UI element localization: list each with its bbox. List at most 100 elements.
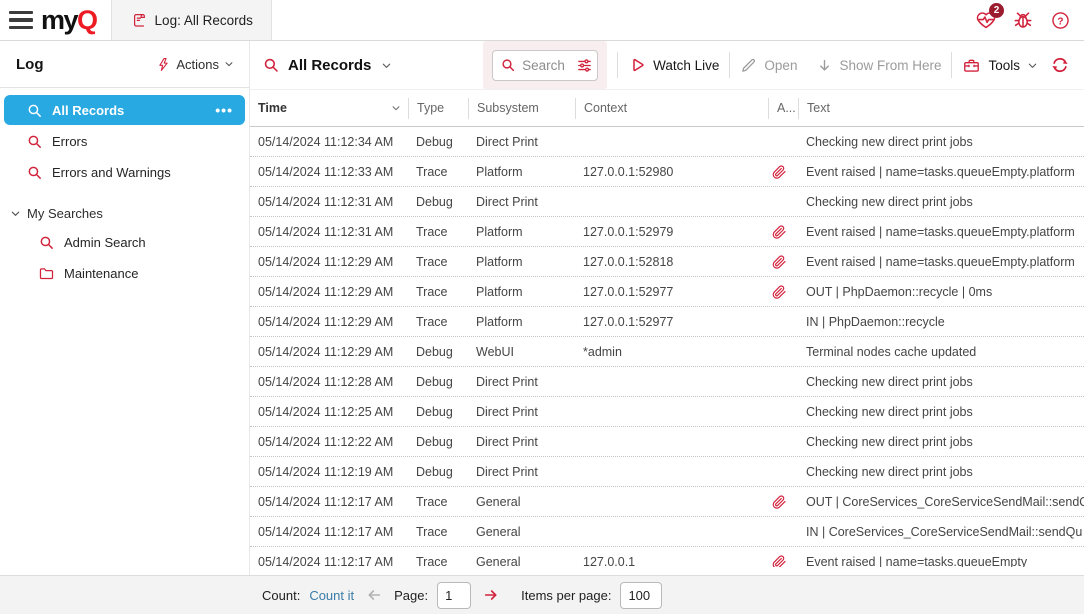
cell-time: 05/14/2024 11:12:22 AM — [250, 435, 408, 449]
cell-subsystem: Direct Print — [468, 405, 575, 419]
cell-subsystem: Direct Print — [468, 435, 575, 449]
debug-bug-icon[interactable] — [1012, 9, 1034, 31]
tools-button[interactable]: Tools — [962, 56, 1038, 75]
cell-time: 05/14/2024 11:12:17 AM — [250, 525, 408, 539]
attachment-paperclip-icon — [768, 254, 798, 270]
cell-subsystem: Platform — [468, 315, 575, 329]
myq-logo[interactable]: myQ — [41, 7, 111, 34]
log-row[interactable]: 05/14/2024 11:12:17 AM Trace General OUT… — [250, 487, 1084, 517]
prev-page-icon[interactable] — [366, 587, 382, 603]
log-row[interactable]: 05/14/2024 11:12:34 AM Debug Direct Prin… — [250, 127, 1084, 157]
top-bar: myQ Log: All Records 2 — [0, 0, 1084, 41]
pagination-bar: Count: Count it Page: Items per page: — [0, 575, 1084, 614]
cell-type: Debug — [408, 135, 468, 149]
refresh-icon[interactable] — [1050, 55, 1070, 75]
actions-button[interactable]: Actions — [156, 57, 234, 72]
attachment-paperclip-icon — [768, 164, 798, 180]
cell-type: Debug — [408, 375, 468, 389]
cell-time: 05/14/2024 11:12:33 AM — [250, 165, 408, 179]
sidebar-item-maintenance[interactable]: Maintenance — [4, 258, 245, 288]
next-page-icon[interactable] — [483, 587, 499, 603]
log-row[interactable]: 05/14/2024 11:12:31 AM Debug Direct Prin… — [250, 187, 1084, 217]
cell-subsystem: Platform — [468, 255, 575, 269]
attachment-paperclip-icon — [768, 494, 798, 510]
count-label: Count: — [262, 588, 300, 603]
cell-text: Terminal nodes cache updated — [798, 345, 1084, 359]
cell-text: OUT | CoreServices_CoreServiceSendMail::… — [798, 495, 1084, 509]
log-row[interactable]: 05/14/2024 11:12:17 AM Trace General IN … — [250, 517, 1084, 547]
items-per-page-input[interactable] — [620, 582, 662, 609]
cell-text: Checking new direct print jobs — [798, 135, 1084, 149]
cell-time: 05/14/2024 11:12:29 AM — [250, 285, 408, 299]
cell-type: Debug — [408, 195, 468, 209]
log-row[interactable]: 05/14/2024 11:12:29 AM Debug WebUI *admi… — [250, 337, 1084, 367]
cell-text: Checking new direct print jobs — [798, 195, 1084, 209]
tab-log-all-records[interactable]: Log: All Records — [111, 0, 272, 40]
health-badge: 2 — [989, 3, 1004, 18]
column-header-time[interactable]: Time — [250, 98, 408, 119]
pencil-icon — [740, 57, 757, 74]
sidebar-item-errors[interactable]: Errors — [4, 126, 245, 156]
log-row[interactable]: 05/14/2024 11:12:29 AM Trace Platform 12… — [250, 277, 1084, 307]
log-row[interactable]: 05/14/2024 11:12:28 AM Debug Direct Prin… — [250, 367, 1084, 397]
cell-subsystem: General — [468, 495, 575, 509]
cell-context: 127.0.0.1:52980 — [575, 165, 768, 179]
column-header-type[interactable]: Type — [408, 98, 468, 119]
column-header-text[interactable]: Text — [798, 98, 1084, 119]
cell-subsystem: Platform — [468, 165, 575, 179]
sidebar-item-all-records[interactable]: All Records ••• — [4, 95, 245, 125]
cell-text: Checking new direct print jobs — [798, 465, 1084, 479]
cell-context: 127.0.0.1:52818 — [575, 255, 768, 269]
column-header-context[interactable]: Context — [575, 98, 768, 119]
sidebar-item-admin-search[interactable]: Admin Search — [4, 227, 245, 257]
cell-time: 05/14/2024 11:12:34 AM — [250, 135, 408, 149]
cell-time: 05/14/2024 11:12:31 AM — [250, 225, 408, 239]
log-row[interactable]: 05/14/2024 11:12:33 AM Trace Platform 12… — [250, 157, 1084, 187]
page-input[interactable] — [437, 582, 471, 609]
menu-hamburger-icon[interactable] — [9, 11, 33, 29]
view-selector[interactable]: All Records — [262, 56, 392, 74]
toolbox-icon — [962, 56, 981, 75]
cell-subsystem: Direct Print — [468, 135, 575, 149]
search-box[interactable] — [492, 50, 598, 81]
tab-label: Log: All Records — [155, 13, 253, 28]
sidebar-item-errors-and-warnings[interactable]: Errors and Warnings — [4, 157, 245, 187]
log-toolbar: All Records — [250, 41, 1084, 90]
log-scroll-icon — [130, 12, 147, 29]
sort-desc-icon — [391, 103, 401, 113]
cell-subsystem: General — [468, 555, 575, 568]
search-filters-icon[interactable] — [576, 57, 593, 74]
log-row[interactable]: 05/14/2024 11:12:31 AM Trace Platform 12… — [250, 217, 1084, 247]
log-row[interactable]: 05/14/2024 11:12:25 AM Debug Direct Prin… — [250, 397, 1084, 427]
show-from-here-button[interactable]: Show From Here — [817, 58, 941, 73]
system-health-icon[interactable]: 2 — [975, 9, 997, 31]
count-it-link[interactable]: Count it — [309, 588, 354, 603]
log-table-body: 05/14/2024 11:12:34 AM Debug Direct Prin… — [250, 127, 1084, 567]
log-row[interactable]: 05/14/2024 11:12:22 AM Debug Direct Prin… — [250, 427, 1084, 457]
cell-time: 05/14/2024 11:12:28 AM — [250, 375, 408, 389]
cell-subsystem: Platform — [468, 285, 575, 299]
open-button[interactable]: Open — [740, 57, 797, 74]
help-icon[interactable]: ? — [1049, 9, 1071, 31]
column-header-attachment[interactable]: A... — [768, 98, 798, 119]
cell-text: IN | CoreServices_CoreServiceSendMail::s… — [798, 525, 1084, 539]
cell-text: Checking new direct print jobs — [798, 375, 1084, 389]
search-icon — [262, 56, 280, 74]
cell-subsystem: Platform — [468, 225, 575, 239]
log-row[interactable]: 05/14/2024 11:12:29 AM Trace Platform 12… — [250, 247, 1084, 277]
search-input[interactable] — [522, 58, 570, 73]
watch-live-button[interactable]: Watch Live — [628, 56, 719, 74]
group-my-searches[interactable]: My Searches — [0, 199, 249, 227]
cell-context: 127.0.0.1 — [575, 555, 768, 568]
toolbar-separator — [729, 52, 730, 78]
topbar-icons: 2 ? — [975, 9, 1084, 31]
column-header-subsystem[interactable]: Subsystem — [468, 98, 575, 119]
log-row[interactable]: 05/14/2024 11:12:19 AM Debug Direct Prin… — [250, 457, 1084, 487]
search-icon — [26, 102, 43, 119]
log-row[interactable]: 05/14/2024 11:12:17 AM Trace General 127… — [250, 547, 1084, 567]
cell-type: Trace — [408, 495, 468, 509]
saved-searches-list: All Records ••• Errors Errors and Warnin… — [0, 88, 249, 289]
cell-time: 05/14/2024 11:12:17 AM — [250, 495, 408, 509]
log-row[interactable]: 05/14/2024 11:12:29 AM Trace Platform 12… — [250, 307, 1084, 337]
cell-time: 05/14/2024 11:12:25 AM — [250, 405, 408, 419]
